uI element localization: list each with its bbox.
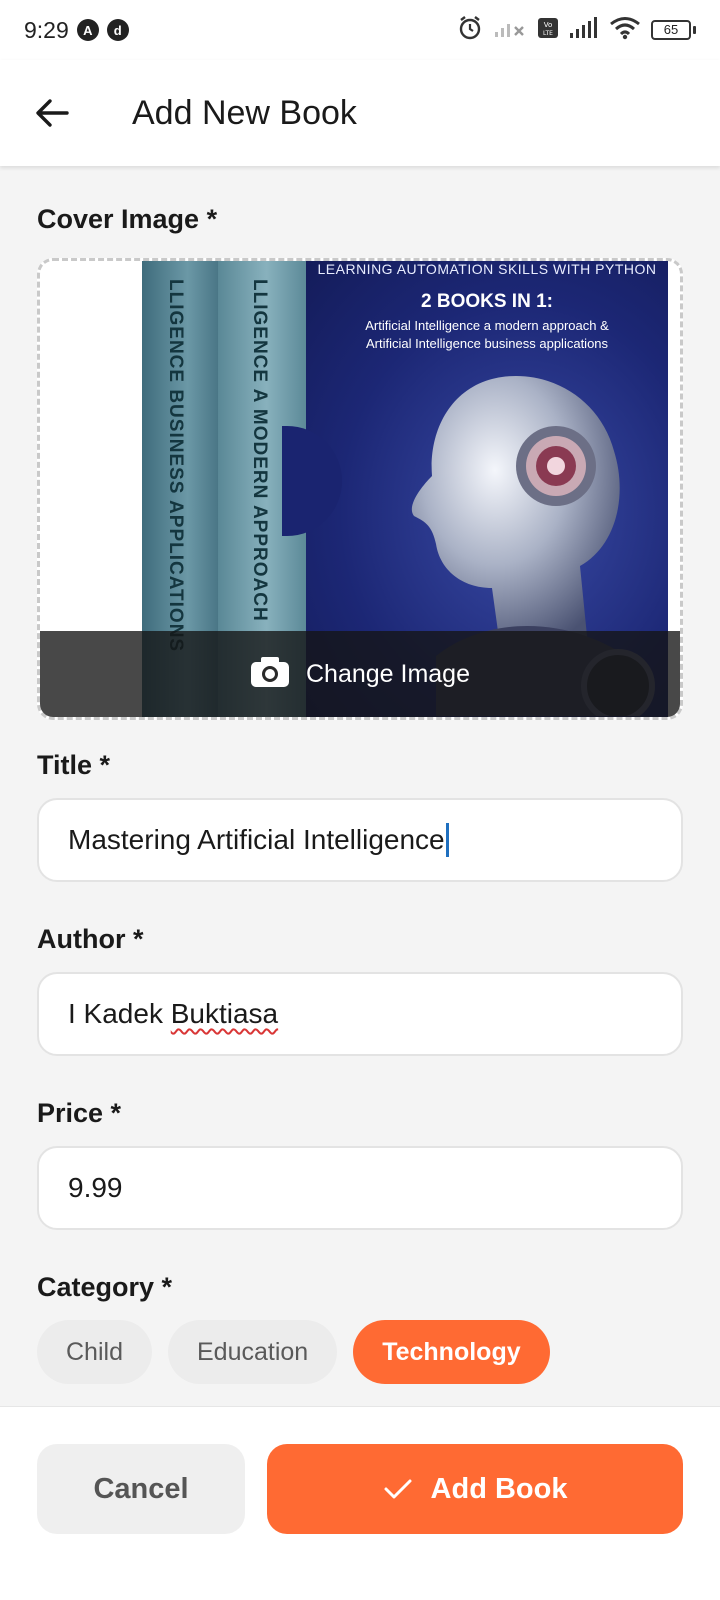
category-chip-education[interactable]: Education	[167, 1320, 338, 1384]
bottom-action-bar: Cancel Add Book	[0, 1406, 720, 1600]
title-input[interactable]: Mastering Artificial Intelligence	[37, 798, 683, 882]
cancel-button[interactable]: Cancel	[37, 1444, 245, 1534]
cover-image-picker[interactable]: LLIGENCE BUSINESS APPLICATIONS LLIGENCE …	[37, 258, 683, 720]
spine-text-1: LLIGENCE BUSINESS APPLICATIONS	[165, 279, 186, 653]
signal-icon	[569, 16, 599, 44]
arrow-left-icon	[36, 99, 69, 127]
battery-level: 65	[651, 20, 691, 40]
change-image-label: Change Image	[305, 659, 470, 688]
price-input[interactable]: 9.99	[37, 1146, 683, 1230]
status-time: 9:29	[24, 16, 69, 43]
notification-icon: A	[76, 19, 99, 41]
add-book-label: Add Book	[430, 1472, 568, 1505]
author-input[interactable]: I Kadek Buktiasa	[37, 972, 683, 1056]
alarm-icon	[457, 15, 483, 46]
category-chip-technology[interactable]: Technology	[353, 1320, 550, 1384]
price-value: 9.99	[68, 1172, 123, 1203]
wifi-icon	[609, 16, 641, 45]
text-cursor	[445, 823, 449, 857]
battery-icon: 65	[651, 20, 696, 40]
no-signal-icon	[493, 17, 527, 44]
svg-text:LTE: LTE	[543, 30, 553, 37]
cover-headline: 2 BOOKS IN 1:	[421, 291, 553, 312]
status-bar: 9:29 A d Vo LTE 65	[0, 0, 720, 60]
change-image-button[interactable]: Change Image	[40, 631, 680, 717]
author-value-first: I Kadek	[68, 998, 171, 1029]
app-bar: Add New Book	[0, 60, 720, 166]
volte-icon: Vo LTE	[537, 17, 559, 44]
author-label: Author *	[37, 924, 144, 954]
notification-icon: d	[106, 19, 129, 41]
spine-text-2: LLIGENCE A MODERN APPROACH	[249, 279, 270, 622]
check-icon	[384, 1479, 412, 1499]
add-book-button[interactable]: Add Book	[267, 1444, 683, 1534]
camera-icon	[250, 656, 290, 693]
category-chip-child[interactable]: Child	[37, 1320, 152, 1384]
title-value: Mastering Artificial Intelligence	[68, 824, 445, 855]
price-label: Price *	[37, 1098, 122, 1128]
author-value-misspelled: Buktiasa	[170, 998, 279, 1029]
cover-tagline: LEARNING AUTOMATION SKILLS WITH PYTHON	[317, 261, 657, 277]
page-title: Add New Book	[132, 93, 357, 132]
category-label: Category *	[37, 1272, 173, 1302]
title-label: Title *	[37, 750, 111, 780]
cover-subline: Artificial Intelligence a modern approac…	[365, 318, 609, 351]
back-button[interactable]	[20, 81, 84, 145]
svg-text:Vo: Vo	[544, 21, 553, 29]
cover-image-label: Cover Image *	[37, 204, 218, 234]
category-chips: Child Education Technology	[37, 1320, 550, 1384]
